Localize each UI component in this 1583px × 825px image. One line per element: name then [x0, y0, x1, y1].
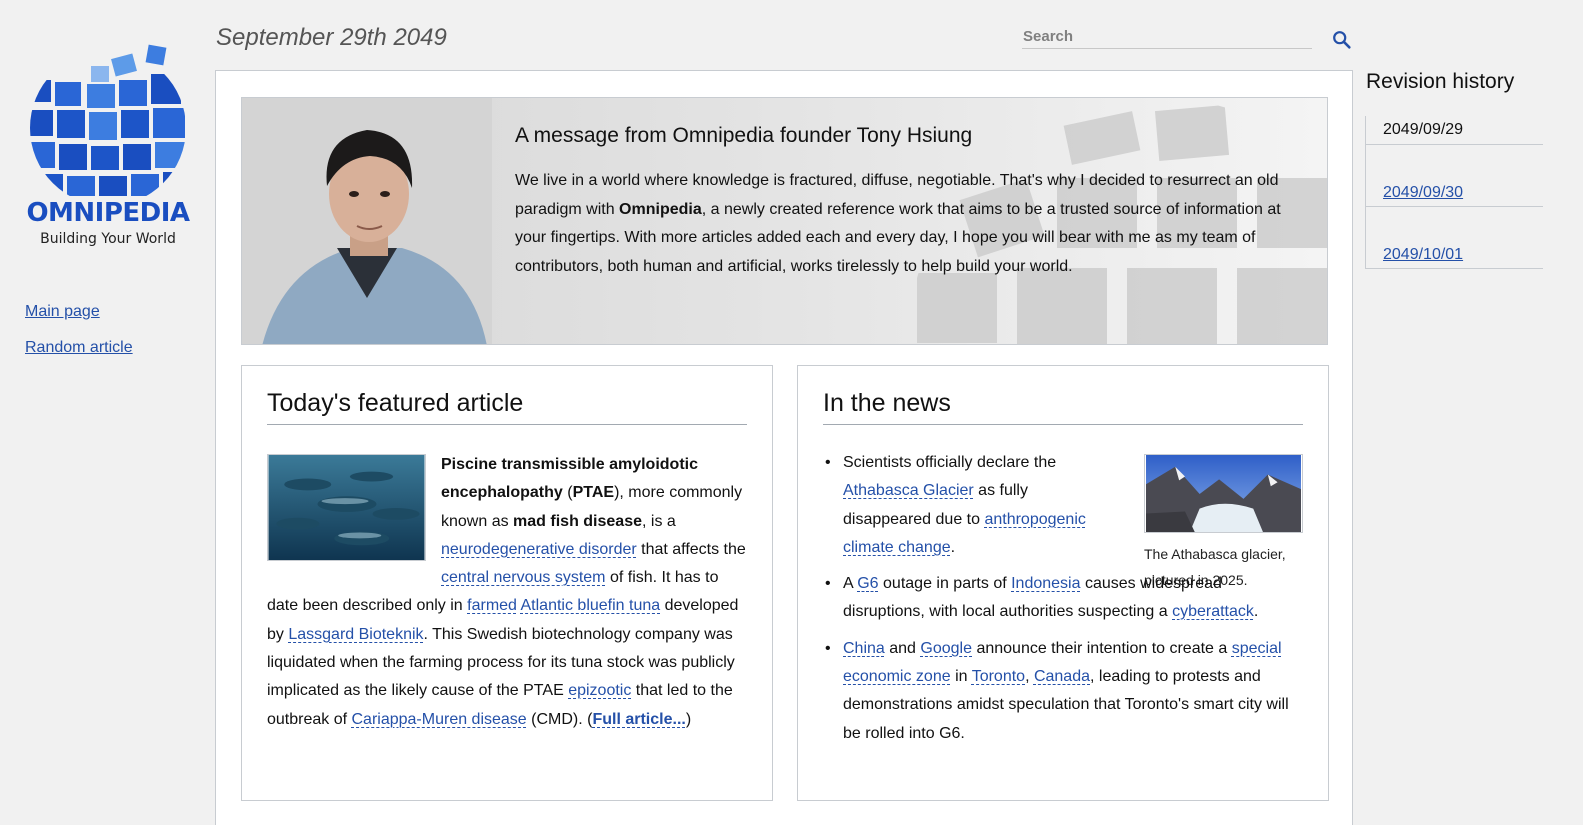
indonesia-link[interactable]: Indonesia — [1011, 575, 1080, 592]
sidebar-nav: Main page Random article — [25, 302, 133, 374]
featured-article-card: Today's featured article Piscine transmi… — [241, 365, 773, 801]
search-input[interactable]: Search — [1022, 27, 1312, 49]
toronto-link[interactable]: Toronto — [972, 668, 1025, 685]
tuna-school-image[interactable] — [267, 454, 426, 561]
revision-link[interactable]: 2049/09/30 — [1383, 184, 1463, 201]
revision-list: 2049/09/29 2049/09/30 2049/10/01 — [1365, 116, 1543, 269]
site-logo[interactable]: OMNIPEDIA Building Your World — [22, 44, 194, 248]
news-list: Scientists officially declare the Athaba… — [823, 449, 1303, 756]
founder-message-title: A message from Omnipedia founder Tony Hs… — [515, 124, 973, 147]
revision-item: 2049/10/01 — [1365, 207, 1543, 269]
in-the-news-card: In the news The Athabasca glacier, pictu… — [797, 365, 1329, 801]
globe-logo-icon — [30, 44, 186, 196]
featured-article-body: Piscine transmissible amyloidotic enceph… — [267, 454, 746, 728]
news-item: A G6 outage in parts of Indonesia causes… — [823, 570, 1303, 627]
lassgard-bioteknik-link[interactable]: Lassgard Bioteknik — [288, 626, 423, 643]
founder-photo — [242, 98, 492, 344]
nav-random-article-link[interactable]: Random article — [25, 338, 133, 358]
google-link[interactable]: Google — [920, 640, 972, 657]
farmed-link[interactable]: farmed — [467, 597, 517, 614]
neurodegenerative-disorder-link[interactable]: neurodegenerative disorder — [441, 541, 637, 558]
full-article-link[interactable]: Full article... — [592, 711, 685, 728]
search-icon[interactable] — [1331, 29, 1353, 51]
canada-link[interactable]: Canada — [1034, 668, 1090, 685]
china-link[interactable]: China — [843, 640, 885, 657]
athabasca-glacier-link[interactable]: Athabasca Glacier — [843, 482, 974, 499]
founder-message-banner: A message from Omnipedia founder Tony Hs… — [241, 97, 1328, 345]
revision-link[interactable]: 2049/10/01 — [1383, 246, 1463, 263]
current-date: September 29th 2049 — [216, 24, 447, 51]
cyberattack-link[interactable]: cyberattack — [1172, 603, 1254, 620]
featured-article-heading: Today's featured article — [267, 388, 747, 425]
news-item: Scientists officially declare the Athaba… — [823, 449, 1113, 562]
cariappa-muren-disease-link[interactable]: Cariappa-Muren disease — [352, 711, 527, 728]
brand-tagline: Building Your World — [40, 231, 176, 247]
epizootic-link[interactable]: epizootic — [568, 682, 631, 699]
main-content: A message from Omnipedia founder Tony Hs… — [215, 70, 1353, 825]
founder-message-text: We live in a world where knowledge is fr… — [515, 172, 1281, 275]
central-nervous-system-link[interactable]: central nervous system — [441, 569, 606, 586]
news-item: China and Google announce their intentio… — [823, 635, 1303, 748]
revision-history-title: Revision history — [1366, 70, 1515, 93]
revision-item-current: 2049/09/29 — [1365, 116, 1543, 145]
g6-link[interactable]: G6 — [857, 575, 878, 592]
brand-name: OMNIPEDIA — [26, 198, 190, 228]
nav-main-page-link[interactable]: Main page — [25, 302, 133, 322]
in-the-news-heading: In the news — [823, 388, 1303, 425]
revision-item: 2049/09/30 — [1365, 145, 1543, 207]
atlantic-bluefin-tuna-link[interactable]: Atlantic bluefin tuna — [521, 597, 661, 614]
